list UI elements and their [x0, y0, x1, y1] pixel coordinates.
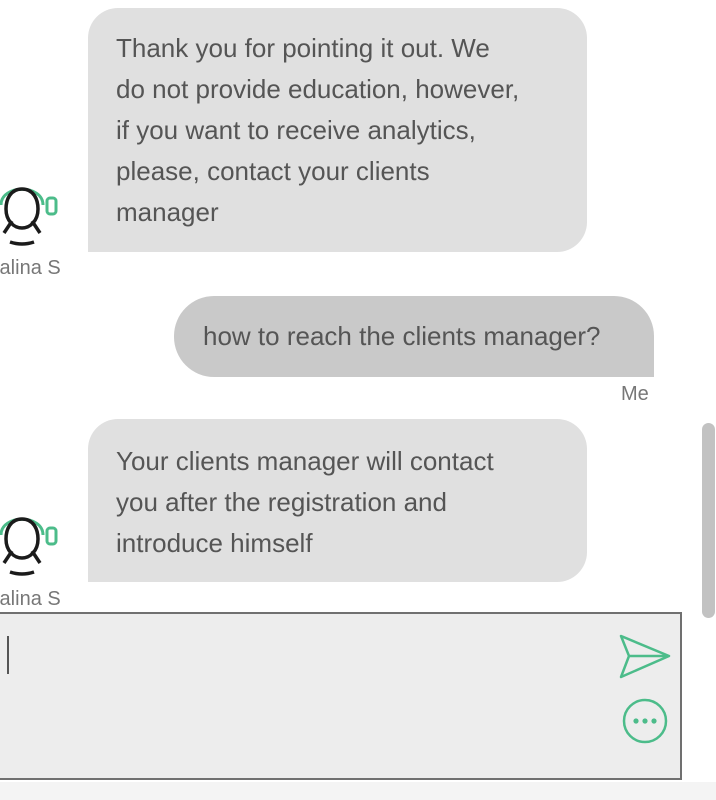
sender-name: Me — [621, 383, 649, 405]
agent-avatar-icon — [0, 517, 58, 576]
message-bubble-user: how to reach the clients manager? — [174, 296, 654, 377]
message-line: introduce himself — [116, 528, 313, 558]
more-options-icon[interactable] — [621, 697, 669, 745]
message-line: Your clients manager will contact — [116, 446, 494, 476]
message-line: do not provide education, however, — [116, 74, 520, 104]
message-line: you after the registration and — [116, 487, 447, 517]
message-line: manager — [116, 197, 219, 227]
message-line: Thank you for pointing it out. We — [116, 33, 490, 63]
message-line: if you want to receive analytics, — [116, 115, 476, 145]
text-caret — [7, 636, 9, 674]
message-composer — [0, 612, 682, 780]
message-text: how to reach the clients manager? — [203, 321, 601, 351]
sender-name: Galina S — [0, 257, 61, 279]
agent-avatar-icon — [0, 187, 58, 246]
footer-strip — [0, 782, 716, 800]
sender-name: Galina S — [0, 588, 61, 610]
send-icon[interactable] — [618, 633, 672, 681]
message-bubble-agent: Thank you for pointing it out. We do not… — [88, 8, 587, 252]
message-bubble-agent: Your clients manager will contact you af… — [88, 419, 587, 582]
scrollbar-thumb[interactable] — [702, 423, 715, 618]
message-input[interactable] — [2, 624, 592, 764]
message-line: please, contact your clients — [116, 156, 430, 186]
chat-window: Thank you for pointing it out. We do not… — [0, 0, 716, 800]
